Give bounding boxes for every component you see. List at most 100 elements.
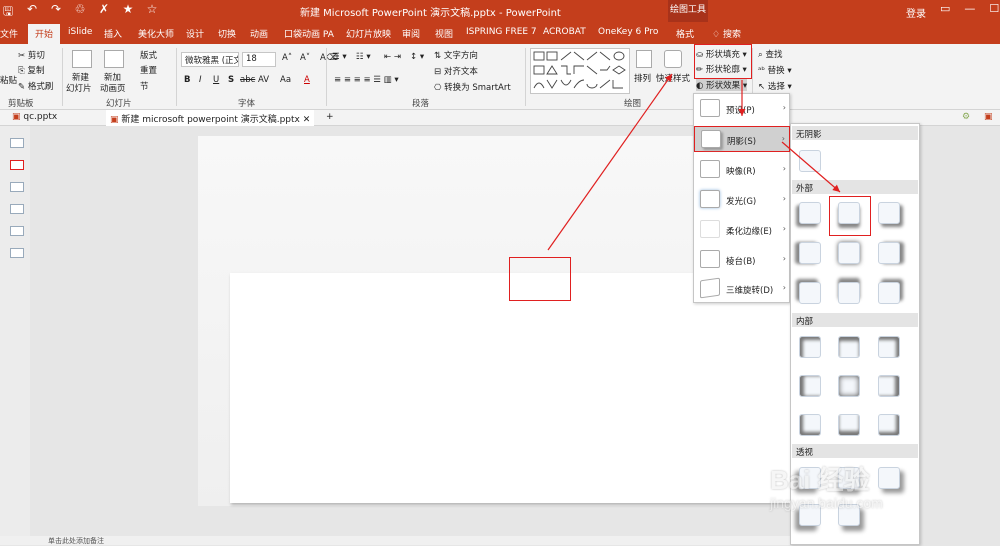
shadow-perspective-option[interactable] (799, 504, 821, 526)
shadow-none-option[interactable] (799, 150, 821, 172)
thumbnail[interactable] (10, 138, 24, 148)
menu-item-glow[interactable]: 发光(G) › (694, 187, 790, 213)
new-tab-button[interactable]: + (322, 110, 338, 126)
tab-home[interactable]: 开始 (28, 24, 61, 44)
save-icon[interactable]: 🖫 (0, 2, 16, 23)
replace-button[interactable]: ᵃᵇ 替换 ▾ (758, 64, 792, 76)
shadow-inner-option[interactable] (878, 375, 900, 397)
shadow-inner-option[interactable] (878, 336, 900, 358)
bold-button[interactable]: B (184, 75, 190, 85)
shadow-outer-option[interactable] (878, 202, 900, 224)
reset-button[interactable]: 重置 (140, 64, 157, 76)
grow-font-icon[interactable]: A˄ (282, 53, 292, 63)
convert-smartart-button[interactable]: ⎔ 转换为 SmartArt (434, 81, 511, 93)
paste-button[interactable]: 粘贴 (0, 74, 17, 86)
tab-beautify[interactable]: 美化大师 (138, 27, 174, 40)
menu-item-3d-rotation[interactable]: 三维旋转(D) › (694, 276, 790, 302)
tab-insert[interactable]: 插入 (104, 27, 122, 40)
star-icon[interactable]: ★ (120, 2, 136, 23)
shadow-outer-option[interactable] (838, 242, 860, 264)
shadow-perspective-option[interactable] (799, 467, 821, 489)
shadow-inner-option[interactable] (799, 414, 821, 436)
slide[interactable] (230, 273, 790, 503)
font-size-select[interactable]: 18 (242, 52, 276, 67)
new-slide-button-line2[interactable]: 幻灯片 (66, 82, 92, 94)
maximize-icon[interactable]: ☐ (989, 2, 999, 15)
shadow-inner-option[interactable] (799, 336, 821, 358)
shrink-font-icon[interactable]: A˅ (300, 53, 310, 63)
ribbon-display-icon[interactable]: ▭ (940, 2, 950, 15)
shadow-inner-option[interactable] (799, 375, 821, 397)
menu-item-preset[interactable]: 预设(P) › (694, 96, 790, 122)
font-name-select[interactable]: 微软雅黑 (正文) (181, 52, 239, 67)
change-case-button[interactable]: Aa (280, 75, 291, 85)
tab-animations[interactable]: 动画 (250, 27, 268, 40)
menu-item-reflection[interactable]: 映像(R) › (694, 157, 790, 183)
cut-button[interactable]: ✂ 剪切 (18, 49, 45, 61)
shadow-perspective-option[interactable] (878, 467, 900, 489)
indent-icons[interactable]: ⇤ ⇥ (384, 52, 401, 62)
shadow-outer-option[interactable] (838, 282, 860, 304)
italic-button[interactable]: I (199, 75, 202, 85)
bullets-icon[interactable]: ☰ ▾ (332, 52, 347, 62)
menu-item-bevel[interactable]: 棱台(B) › (694, 247, 790, 273)
close-tab-icon[interactable]: ✕ (303, 115, 311, 125)
redo-icon[interactable]: ↷ (48, 2, 64, 23)
thumbnail[interactable] (10, 204, 24, 214)
underline-button[interactable]: U (213, 75, 219, 85)
tab-islide[interactable]: iSlide (68, 27, 92, 37)
tab-format[interactable]: 格式 (676, 27, 694, 40)
minimize-icon[interactable]: — (964, 2, 975, 15)
tab-view[interactable]: 视图 (435, 27, 453, 40)
tab-slideshow[interactable]: 幻灯片放映 (346, 27, 391, 40)
pane-icon[interactable]: ▣ (980, 110, 997, 126)
align-text-button[interactable]: ⊟ 对齐文本 (434, 65, 478, 77)
shadow-outer-option[interactable] (878, 242, 900, 264)
star-outline-icon[interactable]: ☆ (144, 2, 160, 23)
shadow-inner-option[interactable] (838, 414, 860, 436)
strikethrough-button[interactable]: abc (240, 75, 255, 85)
menu-item-soft-edges[interactable]: 柔化边缘(E) › (694, 217, 790, 243)
tab-design[interactable]: 设计 (186, 27, 204, 40)
add-animation-page-button-line2[interactable]: 动画页 (100, 82, 126, 94)
tab-search[interactable]: ♢ 搜索 (712, 27, 741, 40)
shadow-outer-option[interactable] (799, 242, 821, 264)
arrange-button[interactable]: 排列 (634, 72, 651, 84)
numbering-icon[interactable]: ☷ ▾ (356, 52, 371, 62)
tab-review[interactable]: 审阅 (402, 27, 420, 40)
tab-transitions[interactable]: 切换 (218, 27, 236, 40)
copy-button[interactable]: ⎘ 复制 (18, 64, 45, 76)
text-shadow-button[interactable]: S (228, 75, 234, 85)
notes-bar[interactable]: 单击此处添加备注 (0, 536, 790, 545)
align-icons[interactable]: ≡ ≡ ≡ ≡ ☰ ▥ ▾ (334, 75, 399, 85)
select-button[interactable]: ↖ 选择 ▾ (758, 80, 792, 92)
shadow-perspective-option[interactable] (838, 504, 860, 526)
shadow-outer-option[interactable] (878, 282, 900, 304)
shadow-inner-option[interactable] (878, 414, 900, 436)
extension-icon[interactable]: ⚙ (958, 110, 974, 126)
thumbnail[interactable] (10, 160, 24, 170)
tab-onekey[interactable]: OneKey 6 Pro (598, 27, 658, 37)
char-spacing-button[interactable]: AV (258, 75, 269, 85)
thumbnail[interactable] (10, 226, 24, 236)
shadow-outer-option[interactable] (799, 202, 821, 224)
font-color-button[interactable]: A (304, 75, 310, 85)
shadow-outer-option[interactable] (799, 282, 821, 304)
shadow-perspective-option[interactable] (838, 467, 860, 489)
tab-acrobat[interactable]: ACROBAT (543, 27, 586, 37)
section-button[interactable]: 节 (140, 80, 149, 92)
format-painter-button[interactable]: ✎ 格式刷 (18, 80, 53, 92)
line-spacing-icon[interactable]: ↕ ▾ (410, 52, 424, 62)
tab-file[interactable]: 文件 (0, 27, 18, 40)
doc-tab-new[interactable]: ▣ 新建 microsoft powerpoint 演示文稿.pptx ✕ (106, 110, 315, 126)
text-direction-button[interactable]: ⇅ 文字方向 (434, 49, 478, 61)
format-painter-icon[interactable]: ♲ (72, 2, 88, 23)
doc-tab-qc[interactable]: ▣ qc.pptx (8, 110, 61, 126)
menu-item-shadow[interactable]: 阴影(S) › (694, 126, 790, 152)
thumbnail[interactable] (10, 248, 24, 258)
undo-icon[interactable]: ↶ (24, 2, 40, 23)
layout-button[interactable]: 版式 (140, 49, 157, 61)
find-button[interactable]: ⌕ 查找 (758, 48, 782, 60)
shadow-inner-option[interactable] (838, 375, 860, 397)
shape-effects-button[interactable]: ◐ 形状效果 ▾ (696, 79, 748, 91)
